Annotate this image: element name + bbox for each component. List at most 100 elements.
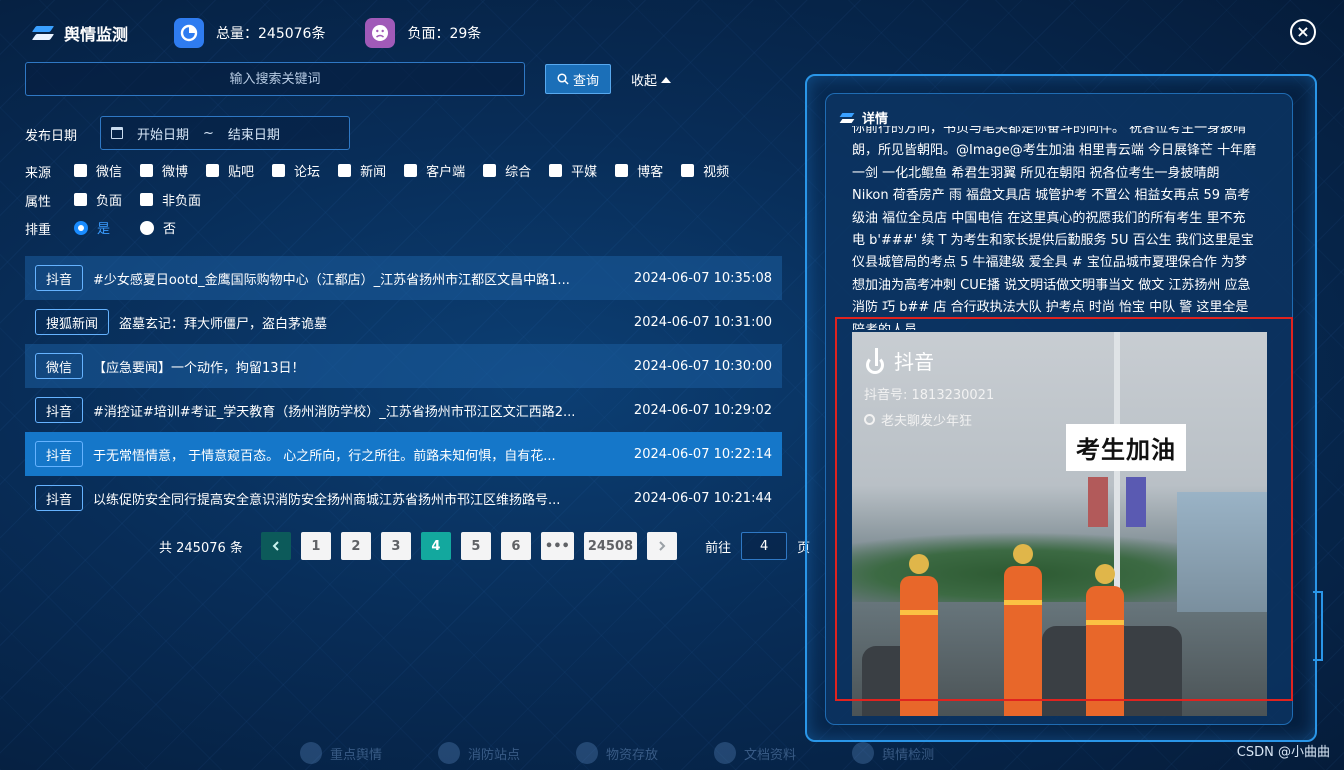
item-title[interactable]: #少女感夏日ootd_金鹰国际购物中心（江都店）_江苏省扬州市江都区文昌中路1.…: [93, 269, 570, 288]
source-tag: 搜狐新闻: [35, 309, 110, 335]
source-label: 来源: [25, 166, 52, 181]
dedup-radio-yes[interactable]: 是: [74, 218, 110, 237]
page-button[interactable]: 1: [300, 532, 331, 560]
douyin-brand: 抖音: [864, 346, 934, 375]
video-caption: 考生加油: [1066, 424, 1186, 471]
detail-panel: 详情 你前行的方向，书页与笔尖都是你奋斗的同伴。 祝各位考生一身披晴朗，所见皆朝…: [825, 93, 1293, 725]
footer-item: 重点舆情: [300, 742, 382, 764]
search-input[interactable]: [25, 62, 525, 96]
caret-up-icon: [661, 76, 672, 83]
source-tag: 抖音: [35, 265, 84, 291]
page-button[interactable]: 2: [340, 532, 371, 560]
list-item[interactable]: 抖音 以练促防安全同行提高安全意识消防安全扬州商城江苏省扬州市邗江区维扬路号..…: [25, 476, 782, 520]
item-title[interactable]: 盗墓玄记：拜大师僵尸，盗白茅诡墓: [119, 313, 327, 332]
logo-icon: [840, 111, 854, 125]
end-date[interactable]: 结束日期: [228, 124, 280, 143]
source-checkbox[interactable]: 综合: [483, 161, 531, 180]
douyin-icon: [864, 347, 888, 374]
item-title[interactable]: #消控证#培训#考证_学天教育（扬州消防学校）_江苏省扬州市邗江区文汇西路2..…: [93, 401, 575, 420]
attr-checkbox-negative[interactable]: 负面: [74, 190, 122, 209]
firefighter-figure: [900, 554, 938, 716]
attr-label: 属性: [25, 195, 52, 210]
source-checkbox[interactable]: 贴吧: [206, 161, 254, 180]
footer-item: 舆情检测: [852, 742, 934, 764]
scene-flag: [1088, 477, 1108, 527]
calendar-icon: [111, 127, 123, 139]
footer-item: 文档资料: [714, 742, 796, 764]
page-button[interactable]: 6: [500, 532, 531, 560]
source-tag: 抖音: [35, 485, 84, 511]
attr-checkbox-nonnegative[interactable]: 非负面: [140, 190, 201, 209]
source-checkbox[interactable]: 平媒: [549, 161, 597, 180]
item-time: 2024-06-07 10:29:02: [633, 402, 772, 418]
pie-chart-icon: [174, 18, 205, 48]
source-tag: 抖音: [35, 397, 84, 423]
source-tag: 抖音: [35, 441, 84, 467]
detail-title: 详情: [862, 112, 889, 127]
douyin-account: 抖音号: 1813230021: [864, 388, 995, 403]
item-time: 2024-06-07 10:31:00: [633, 314, 772, 330]
dedup-label: 排重: [25, 223, 52, 238]
list-item[interactable]: 抖音 #少女感夏日ootd_金鹰国际购物中心（江都店）_江苏省扬州市江都区文昌中…: [25, 256, 782, 300]
item-time: 2024-06-07 10:35:08: [633, 270, 772, 286]
logo-icon: [32, 22, 54, 44]
collapse-button[interactable]: 收起: [631, 70, 672, 89]
page-button[interactable]: 24508: [583, 532, 638, 560]
attr-options: 负面 非负面: [74, 190, 219, 209]
detail-header: 详情: [840, 108, 888, 127]
list-item[interactable]: 抖音 #消控证#培训#考证_学天教育（扬州消防学校）_江苏省扬州市邗江区文汇西路…: [25, 388, 782, 432]
watermark: CSDN @小曲曲: [1236, 745, 1330, 760]
list-item[interactable]: 搜狐新闻 盗墓玄记：拜大师僵尸，盗白茅诡墓 2024-06-07 10:31:0…: [25, 300, 782, 344]
source-checkbox[interactable]: 博客: [615, 161, 663, 180]
source-checkbox[interactable]: 微博: [140, 161, 188, 180]
source-checkbox[interactable]: 视频: [681, 161, 729, 180]
search-icon: [864, 414, 875, 425]
result-list: 抖音 #少女感夏日ootd_金鹰国际购物中心（江都店）_江苏省扬州市江都区文昌中…: [25, 256, 782, 520]
next-page-button[interactable]: [647, 532, 678, 560]
source-checkbox[interactable]: 论坛: [272, 161, 320, 180]
detail-content[interactable]: 你前行的方向，书页与笔尖都是你奋斗的同伴。 祝各位考生一身披晴朗，所见皆朝阳。@…: [852, 126, 1257, 330]
close-button[interactable]: ×: [1290, 19, 1316, 45]
pagination: 共 245076 条 1 2 3 4 5 6 ••• 24508 前往 页: [159, 532, 810, 560]
footer-item: 消防站点: [438, 742, 520, 764]
source-checkbox[interactable]: 客户端: [404, 161, 465, 180]
footer-item: 物资存放: [576, 742, 658, 764]
header: 舆情监测 总量：245076条 负面：29条: [32, 16, 521, 50]
close-icon: ×: [1296, 22, 1310, 41]
query-button[interactable]: 查询: [545, 64, 611, 94]
source-tag: 微信: [35, 353, 84, 379]
item-time: 2024-06-07 10:30:00: [633, 358, 772, 374]
total-count-text: 共 245076 条: [159, 540, 243, 556]
goto-page-input[interactable]: [741, 532, 788, 560]
item-title[interactable]: 于无常悟情意， 于情意窥百态。 心之所向，行之所往。前路未知何惧，自有花...: [93, 445, 556, 464]
video-thumbnail[interactable]: 抖音 抖音号: 1813230021 老夫聊发少年狂 考生加油: [852, 332, 1267, 716]
list-item[interactable]: 微信 【应急要闻】一个动作，拘留13日！ 2024-06-07 10:30:00: [25, 344, 782, 388]
source-checkbox[interactable]: 新闻: [338, 161, 386, 180]
page-button[interactable]: 5: [460, 532, 491, 560]
page-button[interactable]: 3: [380, 532, 411, 560]
item-time: 2024-06-07 10:21:44: [633, 490, 772, 506]
source-options: 微信 微博 贴吧 论坛 新闻 客户端 综合 平媒 博客 视频: [74, 161, 747, 180]
item-title[interactable]: 以练促防安全同行提高安全意识消防安全扬州商城江苏省扬州市邗江区维扬路号...: [93, 489, 560, 508]
list-item-active[interactable]: 抖音 于无常悟情意， 于情意窥百态。 心之所向，行之所往。前路未知何惧，自有花.…: [25, 432, 782, 476]
firefighter-figure: [1004, 544, 1042, 716]
scene-building: [1177, 492, 1267, 612]
more-pages-button[interactable]: •••: [540, 532, 574, 560]
page-title: 舆情监测: [64, 25, 129, 44]
dedup-options: 是 否: [74, 218, 194, 237]
negative-stat: 负面：29条: [365, 18, 481, 48]
sad-face-icon: [365, 18, 396, 48]
date-range-picker[interactable]: 开始日期 ~ 结束日期: [100, 116, 350, 150]
detail-text: 你前行的方向，书页与笔尖都是你奋斗的同伴。 祝各位考生一身披晴朗，所见皆朝阳。@…: [852, 126, 1257, 330]
dedup-radio-no[interactable]: 否: [140, 218, 176, 237]
item-time: 2024-06-07 10:22:14: [633, 446, 772, 462]
chevron-right-icon: [659, 541, 666, 551]
date-label: 发布日期: [25, 129, 78, 144]
douyin-nickname: 老夫聊发少年狂: [864, 410, 972, 429]
prev-page-button[interactable]: [260, 532, 291, 560]
scene-flag: [1126, 477, 1146, 527]
page-button-current[interactable]: 4: [420, 532, 451, 560]
source-checkbox[interactable]: 微信: [74, 161, 122, 180]
start-date[interactable]: 开始日期: [137, 124, 189, 143]
item-title[interactable]: 【应急要闻】一个动作，拘留13日！: [93, 357, 305, 376]
